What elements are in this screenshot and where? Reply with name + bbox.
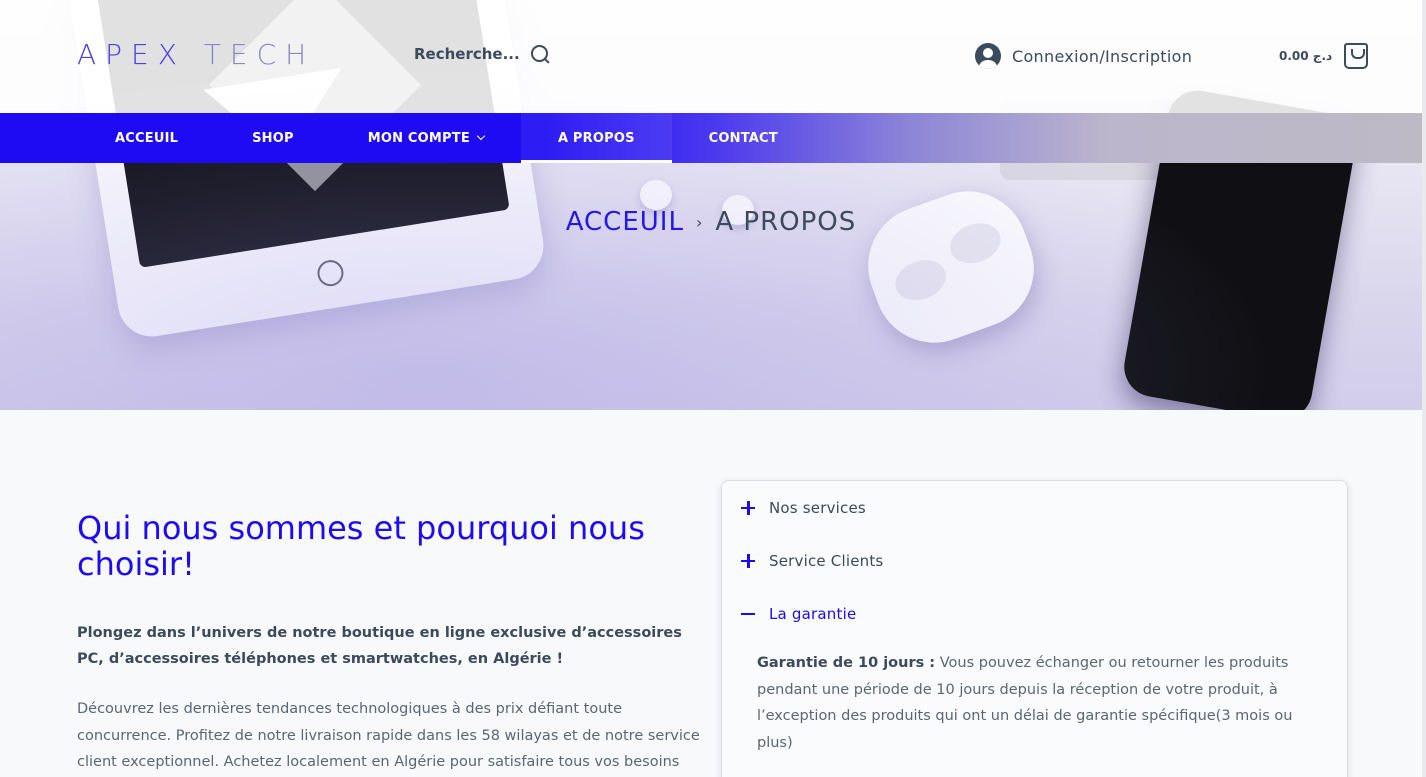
account-link[interactable]: Connexion/Inscription: [975, 43, 1192, 69]
info-accordion: Nos services Service Clients La garantie…: [721, 480, 1348, 777]
breadcrumb: ACCEUIL › A PROPOS: [0, 207, 1422, 237]
plus-icon: [741, 500, 755, 515]
search-icon: [530, 44, 550, 64]
accordion-item-service-clients[interactable]: Service Clients: [722, 534, 1347, 587]
account-label: Connexion/Inscription: [1012, 46, 1193, 66]
accordion-panel-la-garantie: Garantie de 10 jours : Vous pouvez échan…: [722, 640, 1347, 756]
nav-label: SHOP: [252, 130, 294, 146]
site-header: APEX TECH Recherche... Connexion/Inscrip…: [0, 0, 1422, 113]
chevron-down-icon: [476, 131, 486, 141]
intro-body-text: Découvrez les dernières tendances techno…: [77, 701, 700, 770]
accordion-label: Service Clients: [769, 551, 884, 570]
page-title: Qui nous sommes et pourquoi nous choisir…: [77, 509, 645, 583]
site-logo[interactable]: APEX TECH: [77, 38, 315, 71]
logo-sub-text: TECH: [203, 38, 316, 71]
search-label: Recherche...: [414, 45, 520, 63]
nav-item-contact[interactable]: CONTACT: [672, 113, 815, 163]
cart-button[interactable]: 0.00 د.ج: [1279, 43, 1369, 69]
shopping-bag-icon: [1344, 43, 1369, 69]
main-nav: ACCEUIL SHOP MON COMPTE A PROPOS CONTACT: [0, 113, 1422, 163]
nav-label: ACCEUIL: [115, 130, 179, 146]
breadcrumb-home-link[interactable]: ACCEUIL: [566, 207, 684, 237]
accordion-item-la-garantie[interactable]: La garantie: [722, 587, 1347, 640]
user-icon: [975, 43, 1001, 69]
minus-icon: [741, 607, 755, 621]
nav-label: CONTACT: [708, 130, 778, 146]
intro-bold-text: Plongez dans l’univers de notre boutique…: [77, 625, 682, 667]
accordion-label: La garantie: [769, 604, 857, 623]
plus-icon: [741, 553, 755, 568]
breadcrumb-current: A PROPOS: [715, 207, 857, 237]
nav-item-acceuil[interactable]: ACCEUIL: [78, 113, 215, 163]
warranty-lead: Garantie de 10 jours :: [757, 655, 936, 671]
nav-label: MON COMPTE: [367, 130, 470, 146]
search-button[interactable]: Recherche...: [414, 44, 550, 64]
accordion-label: Nos services: [769, 498, 866, 517]
page-scrollbar[interactable]: [1422, 0, 1426, 777]
logo-main-text: APEX: [77, 38, 186, 71]
accordion-item-nos-services[interactable]: Nos services: [722, 481, 1347, 534]
nav-item-shop[interactable]: SHOP: [215, 113, 331, 163]
cart-total: 0.00 د.ج: [1279, 49, 1333, 63]
nav-item-mon-compte[interactable]: MON COMPTE: [331, 113, 521, 163]
nav-label: A PROPOS: [557, 130, 635, 146]
breadcrumb-separator: ›: [695, 212, 704, 232]
nav-item-a-propos[interactable]: A PROPOS: [520, 113, 672, 163]
